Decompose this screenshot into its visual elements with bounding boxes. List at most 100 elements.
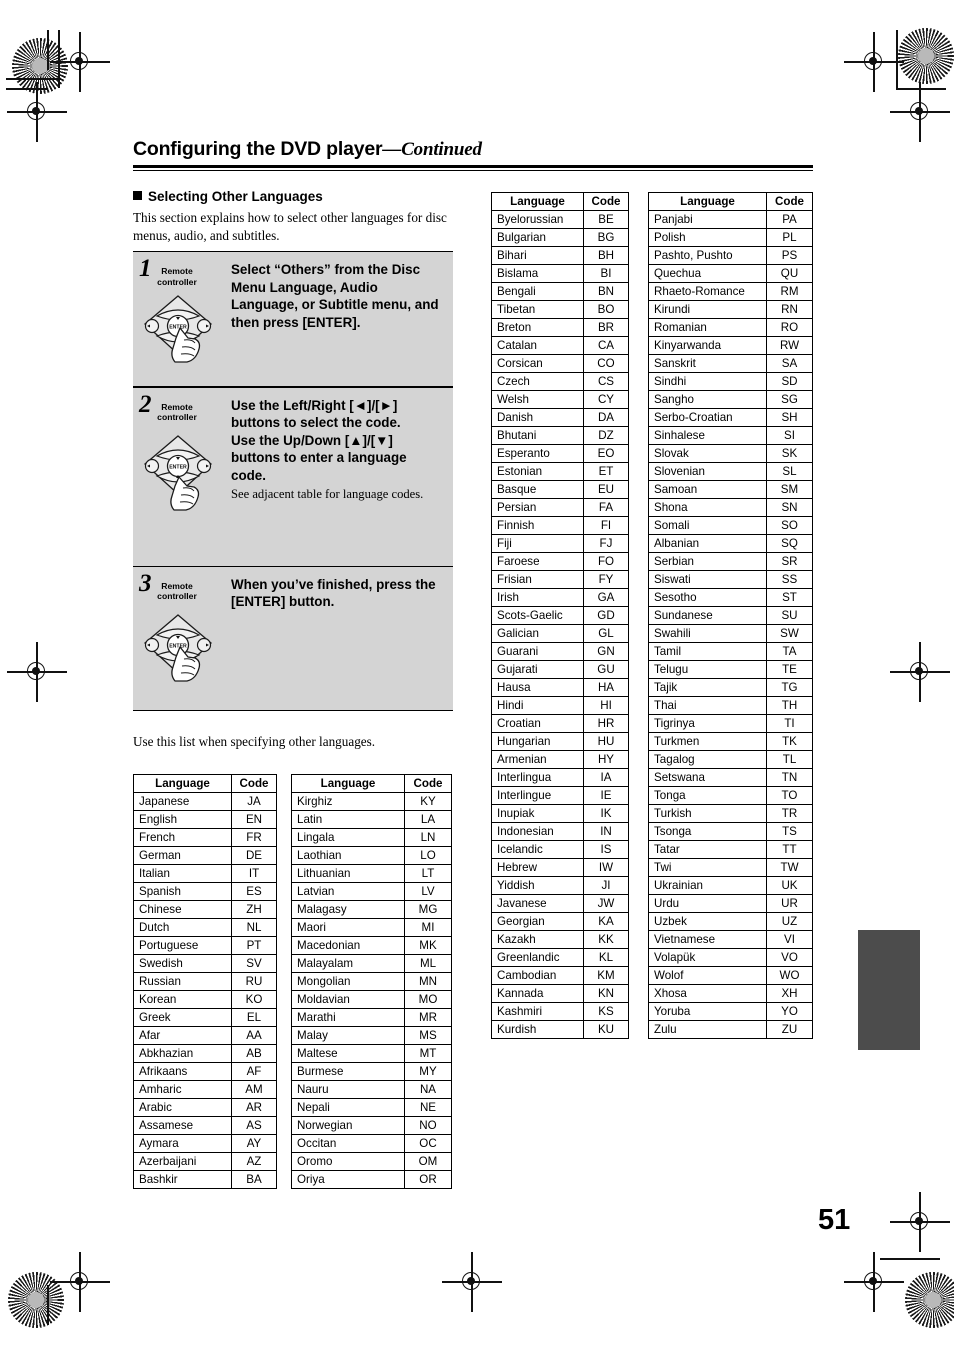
table-row: Armenian HY — [491, 750, 629, 769]
language-code-cell: SO — [766, 516, 813, 535]
table-row: Czech CS — [491, 372, 629, 391]
table-body-col2: Kirghiz KY Latin LA Lingala LN Laothian LO Lithu… — [291, 792, 452, 1189]
table-row: Chinese ZH — [133, 900, 277, 919]
language-code-cell: EL — [231, 1008, 277, 1027]
language-code-cell: IS — [583, 840, 629, 859]
page-canvas: Configuring the DVD player—Continued Sel… — [0, 0, 954, 1351]
language-code-cell: BE — [583, 210, 629, 229]
language-name-cell: Esperanto — [491, 444, 584, 463]
table-row: Serbian SR — [648, 552, 813, 571]
language-name-cell: Bislama — [491, 264, 584, 283]
table-row: Spanish ES — [133, 882, 277, 901]
language-code-cell: ML — [404, 954, 452, 973]
table-row: Wolof WO — [648, 966, 813, 985]
table-row: Somali SO — [648, 516, 813, 535]
language-code-cell: JI — [583, 876, 629, 895]
language-name-cell: Kannada — [491, 984, 584, 1003]
table-row: Sanskrit SA — [648, 354, 813, 373]
language-name-cell: Latin — [291, 810, 405, 829]
table-row: Kazakh KK — [491, 930, 629, 949]
language-code-cell: CO — [583, 354, 629, 373]
language-name-cell: Sindhi — [648, 372, 767, 391]
language-code-cell: PL — [766, 228, 813, 247]
language-name-cell: Wolof — [648, 966, 767, 985]
table-row: Kurdish KU — [491, 1020, 629, 1039]
language-name-cell: Icelandic — [491, 840, 584, 859]
language-code-cell: BG — [583, 228, 629, 247]
table-row: Occitan OC — [291, 1134, 452, 1153]
language-code-cell: NO — [404, 1116, 452, 1135]
table-row: Galician GL — [491, 624, 629, 643]
table-row: Tajik TG — [648, 678, 813, 697]
language-name-cell: Bengali — [491, 282, 584, 301]
title-rule-thin — [133, 170, 813, 172]
language-name-cell: Zulu — [648, 1020, 767, 1039]
language-name-cell: Thai — [648, 696, 767, 715]
table-row: Italian IT — [133, 864, 277, 883]
language-code-cell: JA — [231, 792, 277, 811]
language-name-cell: Bashkir — [133, 1170, 232, 1189]
table-row: Korean KO — [133, 990, 277, 1009]
table-row: Lingala LN — [291, 828, 452, 847]
trim-line-top-left-h — [6, 78, 61, 80]
language-name-cell: Nepali — [291, 1098, 405, 1117]
language-name-cell: Samoan — [648, 480, 767, 499]
language-name-cell: Maltese — [291, 1044, 405, 1063]
language-name-cell: Moldavian — [291, 990, 405, 1009]
table-row: Basque EU — [491, 480, 629, 499]
language-name-cell: Chinese — [133, 900, 232, 919]
language-name-cell: Hausa — [491, 678, 584, 697]
table-row: Tamil TA — [648, 642, 813, 661]
language-code-cell: KO — [231, 990, 277, 1009]
table-row: Laothian LO — [291, 846, 452, 865]
table-row: Faroese FO — [491, 552, 629, 571]
language-code-table: Language Code Panjabi PA Polish PL Pashto, P… — [648, 192, 813, 1039]
language-name-cell: Fiji — [491, 534, 584, 553]
table-row: Turkmen TK — [648, 732, 813, 751]
language-table-1: Language Code Japanese JA English EN French F… — [133, 774, 277, 1189]
language-code-cell: OC — [404, 1134, 452, 1153]
language-code-table: Language Code Kirghiz KY Latin LA Lingala LN L… — [291, 774, 452, 1189]
table-row: Lithuanian LT — [291, 864, 452, 883]
language-name-cell: Danish — [491, 408, 584, 427]
language-name-cell: Tonga — [648, 786, 767, 805]
table-row: Romanian RO — [648, 318, 813, 337]
language-code-cell: AS — [231, 1116, 277, 1135]
language-name-cell: Tagalog — [648, 750, 767, 769]
table-row: Urdu UR — [648, 894, 813, 913]
registration-mark-bottom-right — [844, 1252, 904, 1312]
table-row: Interlingue IE — [491, 786, 629, 805]
step-3-device-label: Remote controller — [157, 580, 197, 602]
language-name-cell: Frisian — [491, 570, 584, 589]
language-name-cell: Guarani — [491, 642, 584, 661]
language-name-cell: Croatian — [491, 714, 584, 733]
language-code-table: Language Code Byelorussian BE Bulgarian BG B… — [491, 192, 629, 1039]
language-name-cell: Armenian — [491, 750, 584, 769]
table-row: Greek EL — [133, 1008, 277, 1027]
language-code-cell: OR — [404, 1170, 452, 1189]
language-code-cell: HR — [583, 714, 629, 733]
registration-mark-bottom-right-inner — [890, 1192, 950, 1252]
language-name-cell: Swedish — [133, 954, 232, 973]
language-code-cell: BO — [583, 300, 629, 319]
language-code-cell: SW — [766, 624, 813, 643]
svg-text:ENTER: ENTER — [169, 464, 187, 470]
table-row: Kinyarwanda RW — [648, 336, 813, 355]
language-code-cell: PA — [766, 210, 813, 229]
step-2-device-panel: 2 Remote controller ENTER — [133, 387, 221, 566]
step-3-device-panel: 3 Remote controller ENTER — [133, 566, 221, 710]
table-row: Swedish SV — [133, 954, 277, 973]
table-row: Kannada KN — [491, 984, 629, 1003]
language-code-cell: KM — [583, 966, 629, 985]
table-row: Nauru NA — [291, 1080, 452, 1099]
language-code-cell: KY — [404, 792, 452, 811]
language-code-cell: MY — [404, 1062, 452, 1081]
table-row: German DE — [133, 846, 277, 865]
language-name-cell: Twi — [648, 858, 767, 877]
table-row: Zulu ZU — [648, 1020, 813, 1039]
step-3-title: When you’ve finished, press the [ENTER] … — [231, 576, 436, 610]
language-code-cell: MN — [404, 972, 452, 991]
language-name-cell: Interlingua — [491, 768, 584, 787]
language-code-cell: AA — [231, 1026, 277, 1045]
language-name-cell: Occitan — [291, 1134, 405, 1153]
